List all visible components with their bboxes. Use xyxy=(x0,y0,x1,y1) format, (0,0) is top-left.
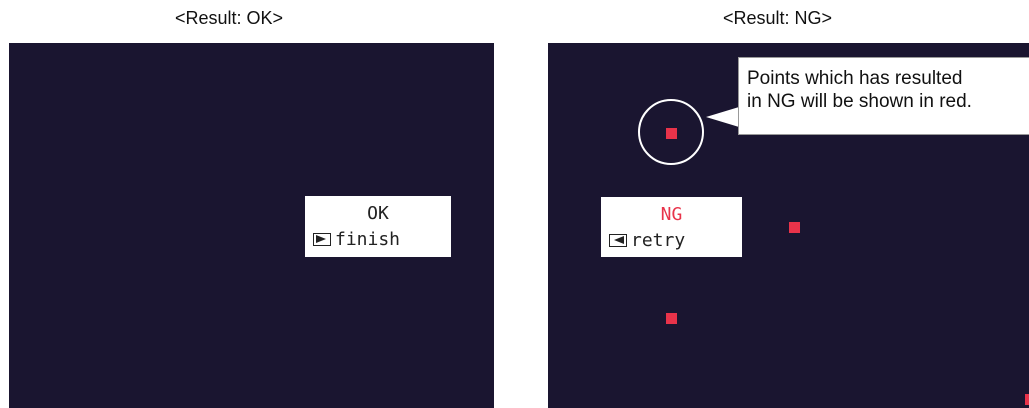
finish-action[interactable]: finish xyxy=(313,229,400,250)
ok-result-caption: <Result: OK> xyxy=(175,8,284,28)
ok-status-text: OK xyxy=(367,203,389,224)
ng-point xyxy=(666,313,677,324)
callout-line: Points which has resulted xyxy=(747,68,963,89)
ng-status-text: NG xyxy=(660,204,683,225)
callout-pointer xyxy=(706,107,739,127)
ng-result-screen: NG retry Points which has resulted in NG… xyxy=(548,43,1029,408)
ok-result-box: OK finish xyxy=(305,196,451,257)
ng-result-box: NG retry xyxy=(601,197,742,257)
ng-callout: Points which has resulted in NG will be … xyxy=(738,57,1029,135)
ng-result-caption: <Result: NG> xyxy=(723,8,833,28)
finish-label: finish xyxy=(335,229,401,250)
retry-label: retry xyxy=(631,230,686,251)
ng-point xyxy=(789,222,800,233)
ok-result-screen: OK finish xyxy=(9,43,494,408)
right-arrow-key-icon xyxy=(313,233,331,246)
ng-point xyxy=(666,128,677,139)
callout-line: in NG will be shown in red. xyxy=(747,91,972,112)
left-arrow-key-icon xyxy=(609,234,627,247)
ng-point xyxy=(1025,394,1029,405)
retry-action[interactable]: retry xyxy=(609,230,685,251)
